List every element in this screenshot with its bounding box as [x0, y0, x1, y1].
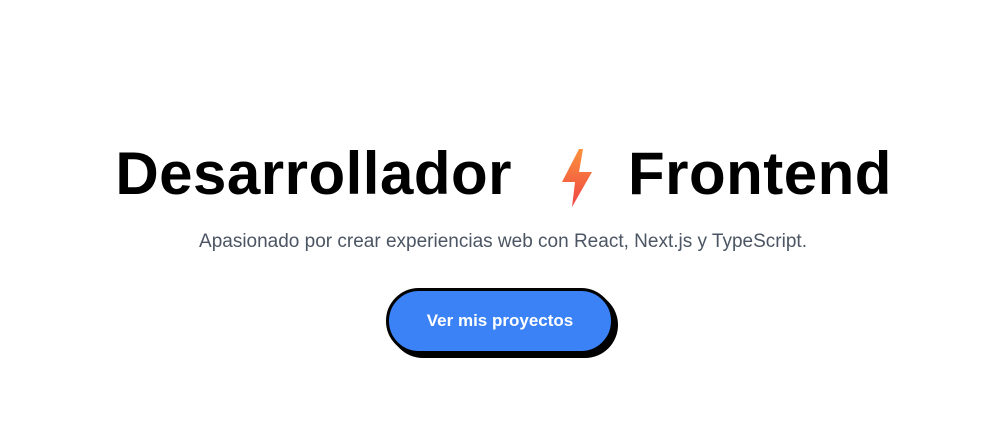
title-left-word: Desarrollador	[115, 140, 512, 207]
hero-title: Desarrollador Frontend	[0, 138, 1006, 210]
lightning-bolt-icon	[562, 149, 592, 207]
title-right-word: Frontend	[628, 140, 892, 207]
cta-container: Ver mis proyectos	[386, 288, 620, 360]
hero-subtitle: Apasionado por crear experiencias web co…	[199, 231, 807, 252]
hero-section: Desarrollador Frontend Apasionado por cr…	[0, 0, 1006, 442]
view-projects-button[interactable]: Ver mis proyectos	[386, 288, 614, 354]
